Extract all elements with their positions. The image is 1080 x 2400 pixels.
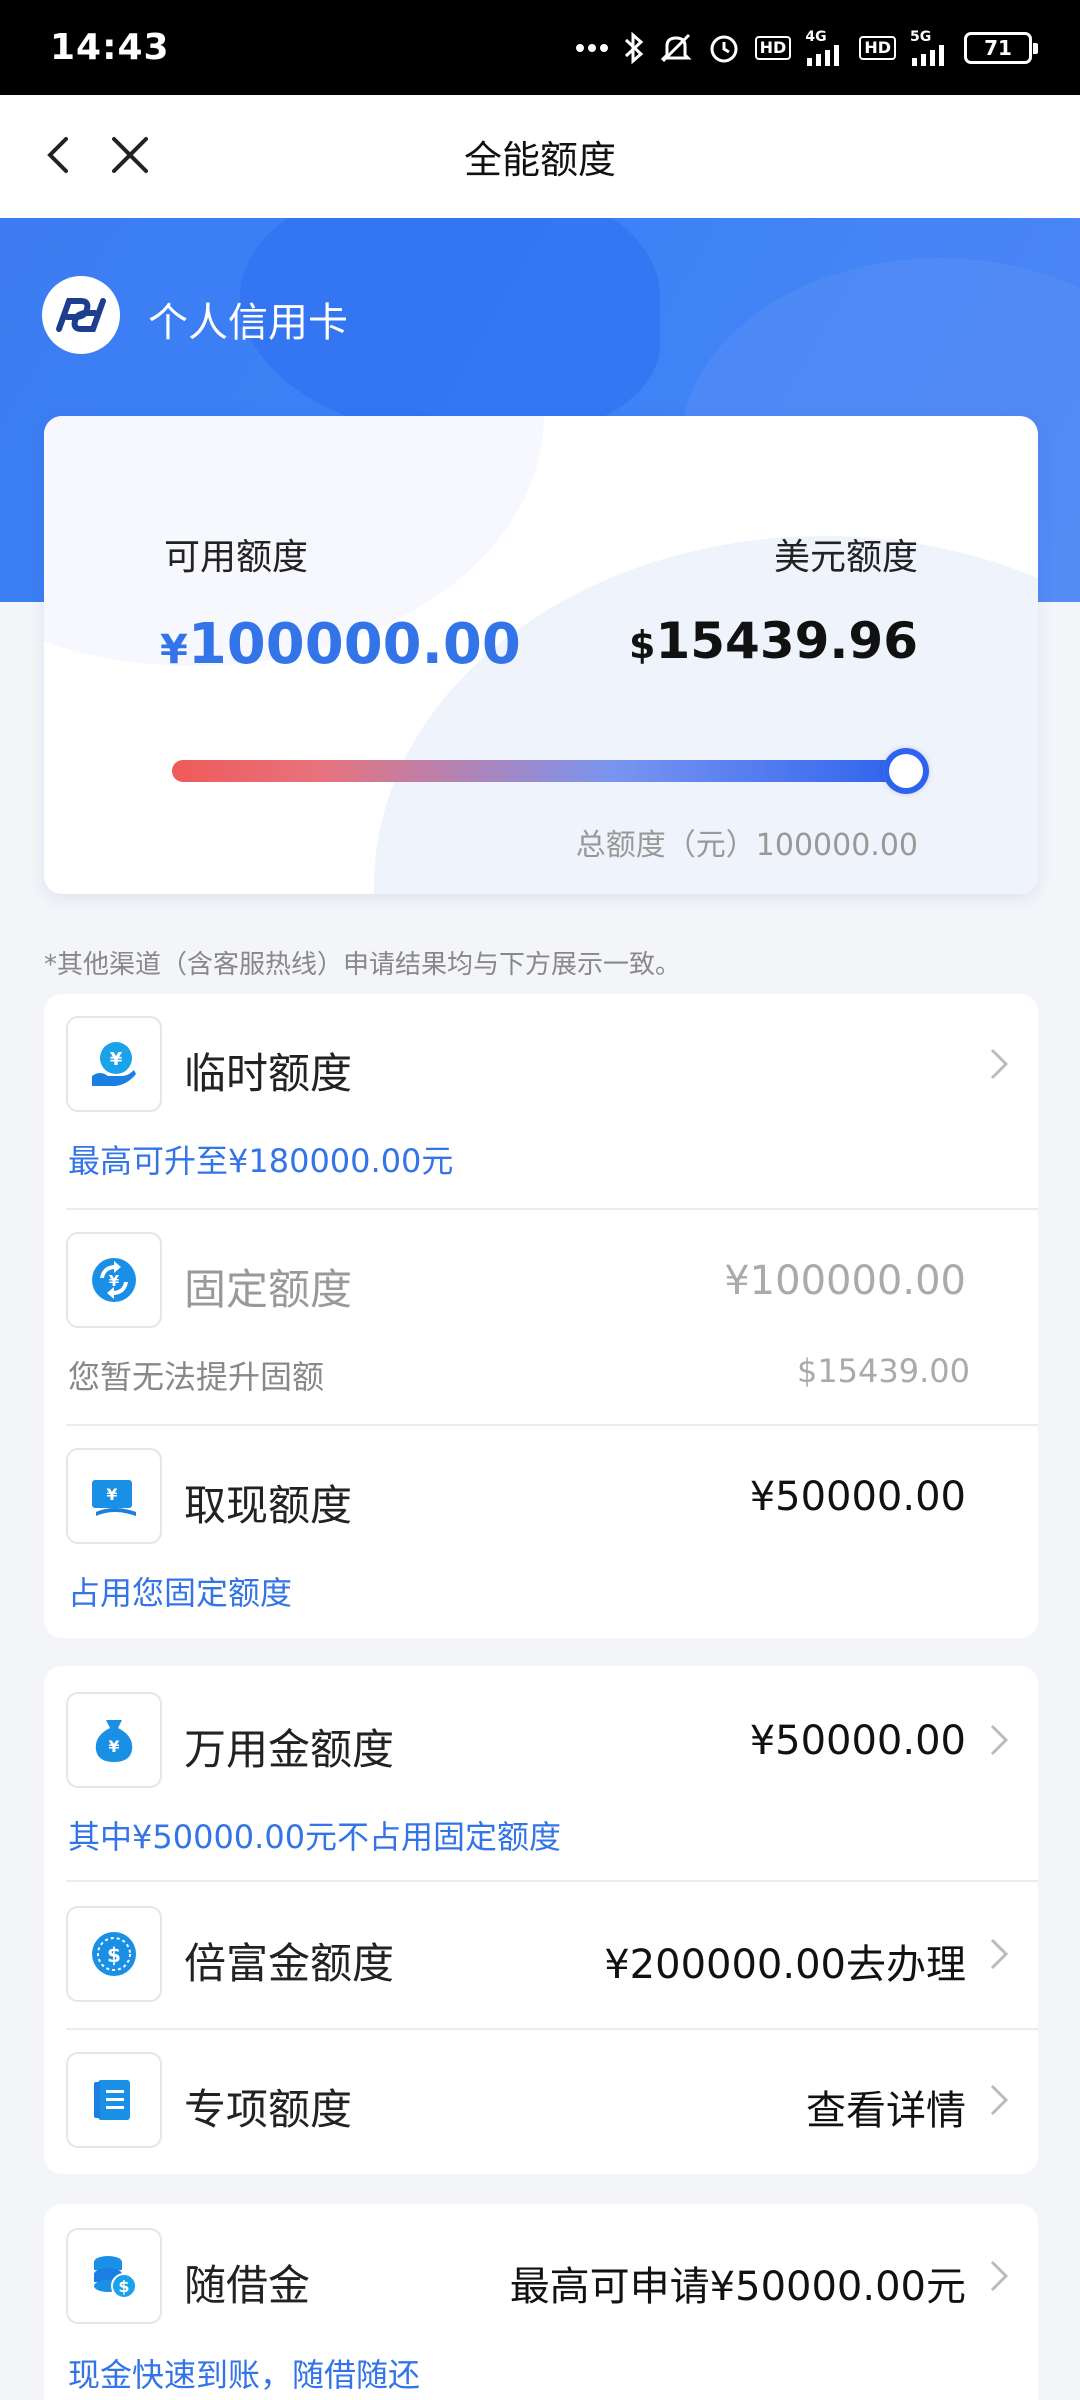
nav-bar: 全能额度: [0, 95, 1080, 218]
cash-credit-title: 取现额度: [184, 1481, 353, 1530]
chevron-right-icon: [990, 1938, 1009, 1970]
signal-5g-icon: 5G: [910, 30, 950, 66]
svg-text:¥: ¥: [108, 1737, 119, 1756]
beifu-credit-value: ¥200000.00去办理: [604, 1942, 966, 1988]
svg-text:$: $: [107, 1943, 121, 1967]
wanyong-credit-value: ¥50000.00: [749, 1718, 966, 1764]
chevron-right-icon: [990, 2084, 1009, 2116]
status-time: 14:43: [50, 27, 170, 68]
available-credit-amount: ¥100000.00: [160, 612, 521, 677]
usd-credit-label: 美元额度: [773, 537, 918, 578]
close-icon: [112, 137, 148, 173]
suijie-icon-box: $: [66, 2228, 162, 2324]
wanyong-credit-sub: 其中¥50000.00元不占用固定额度: [68, 1818, 562, 1856]
mute-icon: [659, 31, 693, 65]
hd-icon: HD: [754, 35, 792, 60]
svg-text:$: $: [118, 2277, 129, 2296]
total-credit: 总额度（元）100000.00: [575, 828, 918, 863]
beifu-credit-row[interactable]: $ 倍富金额度 ¥200000.00去办理: [44, 1880, 1038, 2028]
hd-icon: HD: [859, 35, 896, 60]
fixed-credit-value: ¥100000.00: [724, 1258, 966, 1304]
page-title: 全能额度: [463, 138, 616, 182]
cash-credit-row: ¥ 取现额度 ¥50000.00 占用您固定额度: [44, 1424, 1038, 1638]
fixed-credit-row: ¥ 固定额度 ¥100000.00 您暂无法提升固额 $15439.00: [44, 1208, 1038, 1424]
dollar-coin-icon: $: [92, 1932, 136, 1976]
fixed-credit-usd: $15439.00: [796, 1352, 970, 1390]
money-bag-icon: ¥: [95, 1720, 133, 1762]
beifu-credit-title: 倍富金额度: [184, 1939, 395, 1988]
cash-credit-icon-box: ¥: [66, 1448, 162, 1544]
temp-credit-row[interactable]: ¥ 临时额度 最高可升至¥180000.00元: [44, 994, 1038, 1208]
disclaimer-note: *其他渠道（含客服热线）申请结果均与下方展示一致。: [44, 950, 682, 980]
suijie-title: 随借金: [184, 2261, 311, 2310]
credit-usage-bar: [172, 748, 929, 794]
credit-summary-card: 可用额度 美元额度 ¥100000.00 $15439.96 总额度（元）100…: [44, 416, 1038, 894]
cash-credit-sub: 占用您固定额度: [68, 1574, 293, 1612]
temp-credit-icon-box: ¥: [66, 1016, 162, 1112]
back-button[interactable]: [30, 125, 90, 185]
suijie-sub: 现金快速到账，随借随还: [68, 2356, 421, 2394]
banknote-icon: ¥: [92, 1480, 136, 1516]
available-credit-value: 100000.00: [187, 612, 521, 677]
cash-credit-value: ¥50000.00: [749, 1474, 966, 1520]
alarm-icon: [707, 31, 741, 65]
special-credit-value: 查看详情: [806, 2088, 966, 2134]
usd-credit-amount: $15439.96: [629, 612, 918, 670]
currency-symbol: ¥: [160, 627, 188, 673]
special-credit-icon-box: [66, 2052, 162, 2148]
suijie-value: 最高可申请¥50000.00元: [509, 2264, 966, 2310]
beifu-credit-icon-box: $: [66, 1906, 162, 2002]
available-credit-label: 可用额度: [164, 537, 309, 578]
special-credit-row[interactable]: 专项额度 查看详情: [44, 2028, 1038, 2174]
fixed-credit-sub: 您暂无法提升固额: [68, 1358, 325, 1396]
bank-name: 个人信用卡: [148, 300, 348, 346]
svg-text:¥: ¥: [110, 1049, 123, 1070]
wanyong-credit-icon-box: ¥: [66, 1692, 162, 1788]
credit-list-card-1: ¥ 临时额度 最高可升至¥180000.00元 ¥ 固定额度 ¥100000.0…: [44, 994, 1038, 1638]
wanyong-credit-row[interactable]: ¥ 万用金额度 ¥50000.00 其中¥50000.00元不占用固定额度: [44, 1666, 1038, 1880]
temp-credit-sub: 最高可升至¥180000.00元: [68, 1142, 454, 1180]
chevron-right-icon: [990, 1724, 1009, 1756]
more-dots-icon: [575, 43, 609, 53]
credit-list-card-3: $ 随借金 最高可申请¥50000.00元 现金快速到账，随借随还: [44, 2204, 1038, 2400]
credit-list-card-2: ¥ 万用金额度 ¥50000.00 其中¥50000.00元不占用固定额度 $ …: [44, 1666, 1038, 2174]
refresh-yuan-icon: ¥: [92, 1258, 136, 1302]
temp-credit-title: 临时额度: [184, 1049, 353, 1098]
special-credit-title: 专项额度: [184, 2085, 353, 2134]
signal-4g-icon: 4G: [805, 30, 845, 66]
hand-yuan-icon: ¥: [92, 1042, 136, 1086]
chevron-right-icon: [990, 2260, 1009, 2292]
fixed-credit-icon-box: ¥: [66, 1232, 162, 1328]
chevron-left-icon: [47, 137, 68, 173]
svg-text:¥: ¥: [109, 1272, 120, 1290]
bank-logo: [42, 276, 120, 354]
chevron-right-icon: [990, 1048, 1009, 1080]
credit-usage-knob: [883, 748, 929, 794]
battery-icon: 71: [964, 31, 1038, 64]
suijie-row[interactable]: $ 随借金 最高可申请¥50000.00元 现金快速到账，随借随还: [44, 2204, 1038, 2400]
status-bar: 14:43 HD 4G HD 5G 71: [0, 0, 1080, 95]
wanyong-credit-title: 万用金额度: [184, 1725, 395, 1774]
bluetooth-icon: [623, 31, 645, 65]
document-icon: [94, 2080, 130, 2120]
svg-text:¥: ¥: [106, 1485, 117, 1504]
close-button[interactable]: [100, 125, 160, 185]
fixed-credit-title: 固定额度: [184, 1265, 353, 1314]
usd-credit-value: 15439.96: [655, 612, 918, 670]
coin-stack-icon: $: [94, 2256, 137, 2299]
currency-symbol: $: [629, 623, 656, 667]
status-icons: HD 4G HD 5G 71: [575, 30, 1038, 66]
